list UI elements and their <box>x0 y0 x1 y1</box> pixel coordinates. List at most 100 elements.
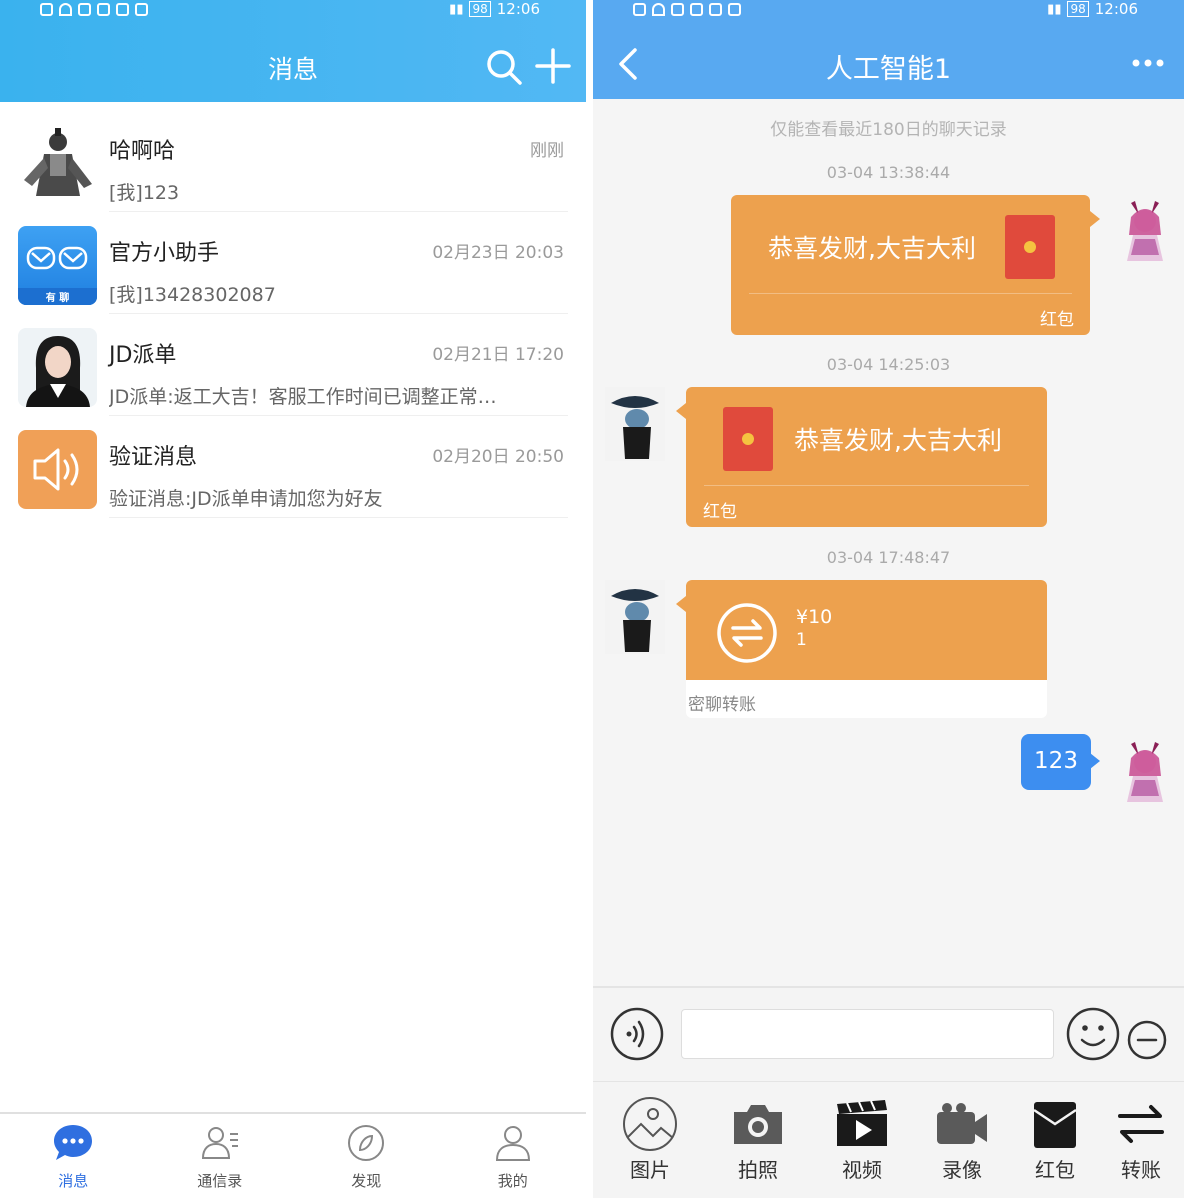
tool-label: 录像 <box>942 1158 982 1182</box>
chat-title: 人工智能1 <box>825 54 952 85</box>
tab-messages[interactable]: 消息 <box>0 1114 147 1198</box>
record-button[interactable]: 录像 <box>927 1096 997 1182</box>
conversation-preview: [我]123 <box>109 182 180 204</box>
app-icon <box>97 2 110 16</box>
compass-icon <box>348 1125 385 1161</box>
divider <box>749 293 1072 294</box>
signal-icon: ▮▮ <box>1047 1 1062 17</box>
conversation-preview: JD派单:返工大吉！客服工作时间已调整正常… <box>109 386 497 408</box>
tool-label: 视频 <box>842 1158 882 1182</box>
red-packet-icon <box>1033 1102 1077 1148</box>
tool-label: 转账 <box>1121 1158 1161 1182</box>
conversation-time: 刚刚 <box>530 141 564 161</box>
tab-label: 通信录 <box>197 1172 243 1190</box>
tool-label: 红包 <box>1035 1158 1075 1182</box>
red-packet-icon <box>1005 215 1055 279</box>
conversation-item[interactable]: 哈啊哈 刚刚 [我]123 <box>0 110 586 212</box>
divider <box>109 517 568 518</box>
conversation-preview: 验证消息:JD派单申请加您为好友 <box>109 488 383 510</box>
message-timestamp: 03-04 17:48:47 <box>826 548 951 567</box>
conversation-time: 02月20日 20:50 <box>432 447 564 467</box>
tab-label: 消息 <box>58 1172 89 1190</box>
tab-contacts[interactable]: 通信录 <box>147 1114 294 1198</box>
conversation-item[interactable]: JD派单 02月21日 17:20 JD派单:返工大吉！客服工作时间已调整正常… <box>0 314 586 416</box>
red-packet-label: 红包 <box>703 502 737 522</box>
status-notification-icons <box>633 2 741 16</box>
image-button[interactable]: 图片 <box>615 1096 685 1182</box>
status-notification-icons <box>40 2 148 16</box>
red-packet-message[interactable]: 恭喜发财,大吉大利 红包 <box>731 195 1100 335</box>
search-icon[interactable] <box>485 48 523 86</box>
camera-button[interactable]: 拍照 <box>723 1096 793 1182</box>
notification-icon <box>40 2 53 16</box>
red-packet-button[interactable]: 红包 <box>1020 1096 1090 1182</box>
voice-icon[interactable] <box>609 1006 665 1062</box>
avatar <box>18 124 97 203</box>
tab-profile[interactable]: 我的 <box>440 1114 587 1198</box>
status-bar: ▮▮ 98 12:06 <box>593 0 1184 18</box>
status-right: ▮▮ 98 12:06 <box>449 0 540 18</box>
conversation-item[interactable]: 有 聊 官方小助手 02月23日 20:03 [我]13428302087 <box>0 212 586 314</box>
record-icon <box>937 1103 987 1144</box>
status-time: 12:06 <box>496 0 540 18</box>
red-packet-label: 红包 <box>1040 310 1074 330</box>
conversation-item[interactable]: 验证消息 02月20日 20:50 验证消息:JD派单申请加您为好友 <box>0 416 586 518</box>
contacts-icon <box>201 1127 238 1159</box>
message-text: 123 <box>1034 748 1078 774</box>
bubble-tail <box>1090 753 1100 769</box>
tab-discover[interactable]: 发现 <box>293 1114 440 1198</box>
collapse-icon[interactable] <box>1126 1019 1168 1061</box>
chat-input-area: 图片 拍照 视频 录像 红包 转账 <box>593 986 1184 1198</box>
transfer-note: 1 <box>796 630 807 650</box>
battery-level: 98 <box>1067 1 1089 17</box>
divider <box>593 986 1184 988</box>
image-icon <box>623 1097 677 1151</box>
add-icon[interactable] <box>535 48 571 84</box>
transfer-icon <box>717 603 777 663</box>
tool-label: 拍照 <box>738 1158 778 1182</box>
avatar[interactable] <box>605 580 665 654</box>
avatar[interactable] <box>1115 195 1175 269</box>
avatar[interactable] <box>605 387 665 461</box>
bubble-tail <box>676 596 686 612</box>
chat-header: ▮▮ 98 12:06 人工智能1 <box>593 0 1184 99</box>
more-icon[interactable] <box>1131 56 1165 70</box>
user-icon <box>495 1126 530 1161</box>
video-button[interactable]: 视频 <box>827 1096 897 1182</box>
divider <box>704 485 1029 486</box>
transfer-message[interactable]: ¥10 1 密聊转账 <box>676 580 1047 718</box>
bottom-tab-bar: 消息 通信录 发现 我的 <box>0 1112 586 1198</box>
conversation-name: 官方小助手 <box>109 241 220 266</box>
notification-icon <box>633 2 646 16</box>
avatar-brand-text: 有 聊 <box>45 293 70 304</box>
tool-label: 图片 <box>630 1158 670 1182</box>
transfer-card: ¥10 1 <box>676 580 1047 680</box>
chat-screen: ▮▮ 98 12:06 人工智能1 仅能查看最近180日的聊天记录 03-04 … <box>593 0 1184 1198</box>
red-packet-message[interactable]: 恭喜发财,大吉大利 红包 <box>676 387 1047 527</box>
conversation-preview: [我]13428302087 <box>109 284 276 306</box>
red-packet-icon <box>723 407 773 471</box>
red-packet-greeting: 恭喜发财,大吉大利 <box>794 426 1002 455</box>
avatar[interactable] <box>1115 736 1175 810</box>
screen-divider <box>586 0 593 1198</box>
battery-level: 98 <box>469 1 491 17</box>
transfer-arrows-icon <box>1118 1105 1164 1143</box>
transfer-button[interactable]: 转账 <box>1106 1096 1176 1182</box>
avatar <box>18 430 97 509</box>
message-timestamp: 03-04 13:38:44 <box>826 163 951 182</box>
text-message[interactable]: 123 <box>1021 734 1100 790</box>
tab-label: 发现 <box>351 1172 382 1190</box>
wifi-icon <box>652 2 665 16</box>
app-icon <box>709 2 722 16</box>
tab-label: 我的 <box>497 1172 528 1190</box>
status-right: ▮▮ 98 12:06 <box>1047 0 1138 18</box>
conversation-time: 02月23日 20:03 <box>432 243 564 263</box>
conversation-time: 02月21日 17:20 <box>432 345 564 365</box>
message-timestamp: 03-04 14:25:03 <box>826 355 951 374</box>
app-icon <box>671 2 684 16</box>
emoji-icon[interactable] <box>1065 1006 1121 1062</box>
video-icon <box>837 1100 887 1146</box>
status-time: 12:06 <box>1094 0 1138 18</box>
avatar: 有 聊 <box>18 226 97 305</box>
message-input[interactable] <box>681 1009 1054 1059</box>
